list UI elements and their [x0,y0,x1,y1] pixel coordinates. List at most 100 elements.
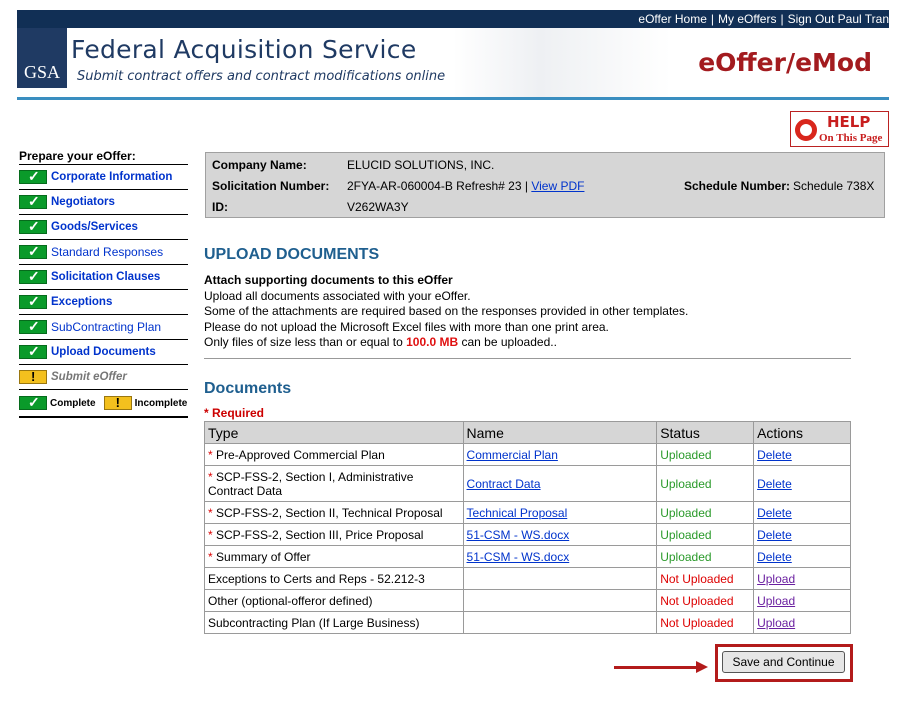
table-row: * Pre-Approved Commercial Plan Commercia… [204,443,851,466]
type-cell: * SCP-FSS-2, Section I, Administrative C… [204,465,464,502]
sidebar-item-solicitation-clauses[interactable]: Solicitation Clauses [19,265,188,290]
complete-check-icon [19,268,47,285]
id-value: V262WA3Y [347,200,409,214]
required-marker: * [208,527,213,542]
delete-link[interactable]: Delete [757,448,792,462]
table-row: * SCP-FSS-2, Section II, Technical Propo… [204,501,851,524]
sidebar-item-label[interactable]: SubContracting Plan [51,320,161,334]
sidebar-item-label[interactable]: Negotiators [51,196,115,208]
complete-check-icon [19,293,47,310]
arrow-head-icon [696,661,708,673]
size-limit-line: Only files of size less than or equal to… [204,335,688,351]
sidebar-item-label[interactable]: Corporate Information [51,171,172,183]
table-row: Other (optional-offeror defined) Not Upl… [204,589,851,612]
upload-link[interactable]: Upload [757,572,795,586]
name-cell [462,611,658,634]
sidebar-item-label[interactable]: Solicitation Clauses [51,271,160,283]
complete-check-icon [19,168,47,185]
table-row: * SCP-FSS-2, Section I, Administrative C… [204,465,851,502]
schedule-number-value: Schedule 738X [793,179,875,193]
complete-check-icon [19,343,47,360]
table-row: Subcontracting Plan (If Large Business) … [204,611,851,634]
instruction-line: Please do not upload the Microsoft Excel… [204,319,609,334]
document-link[interactable]: Contract Data [467,477,541,491]
status-cell: Not Uploaded [656,567,755,590]
id-label: ID: [212,200,228,214]
legend-incomplete-label: Incomplete [134,397,188,409]
delete-link[interactable]: Delete [757,477,792,491]
actions-cell: Delete [753,545,851,568]
document-link[interactable]: Technical Proposal [467,506,568,520]
status-cell: Uploaded [656,443,755,466]
type-cell: * Pre-Approved Commercial Plan [204,443,464,466]
company-name-value: ELUCID SOLUTIONS, INC. [347,158,495,172]
complete-check-icon [19,193,47,210]
eoffer-home-link[interactable]: eOffer Home [638,12,706,26]
save-and-continue-button[interactable]: Save and Continue [722,651,845,673]
sidebar-item-corporate-information[interactable]: Corporate Information [19,165,188,190]
complete-check-icon [19,243,47,260]
status-cell: Uploaded [656,545,755,568]
name-cell [462,567,658,590]
sidebar-item-goods-services[interactable]: Goods/Services [19,215,188,240]
help-sublabel: On This Page [819,132,883,144]
name-cell [462,589,658,612]
type-cell: Other (optional-offeror defined) [204,589,464,612]
name-cell: Commercial Plan [462,443,658,466]
document-link[interactable]: 51-CSM - WS.docx [467,550,570,564]
incomplete-warning-icon [103,395,132,410]
sidebar-item-label[interactable]: Goods/Services [51,221,138,233]
nav-separator: | [780,12,784,26]
sidebar-item-exceptions[interactable]: Exceptions [19,290,188,315]
view-pdf-link[interactable]: View PDF [531,179,584,193]
upload-link[interactable]: Upload [757,594,795,608]
help-button[interactable]: HELP On This Page [790,111,889,147]
document-link[interactable]: Commercial Plan [467,448,558,462]
table-header-row: Type Name Status Actions [204,421,851,444]
nav-separator: | [710,12,715,26]
sidebar-item-upload-documents[interactable]: Upload Documents [19,340,188,365]
sign-out-link[interactable]: Sign Out Paul Tran [788,12,889,26]
page-title: UPLOAD DOCUMENTS [204,246,380,263]
delete-link[interactable]: Delete [757,506,792,520]
status-cell: Uploaded [656,523,755,546]
sidebar-item-standard-responses[interactable]: Standard Responses [19,240,188,265]
column-header-name: Name [462,421,658,444]
status-legend: Complete Incomplete [19,390,188,418]
section-divider [204,358,851,359]
top-bar: eOffer Home | My eOffers | Sign Out Paul Tra… [17,10,889,28]
table-row: Exceptions to Certs and Reps - 52.212-3 … [204,567,851,590]
name-cell: Contract Data [462,465,658,502]
size-limit-value: 100.0 MB [406,335,459,349]
gsa-logo: GSA [17,28,67,88]
my-eoffers-link[interactable]: My eOffers [718,12,776,26]
name-cell: 51-CSM - WS.docx [462,523,658,546]
sidebar-item-label[interactable]: Standard Responses [51,245,163,259]
company-name-label: Company Name: [212,158,307,172]
help-label: HELP [827,113,871,131]
sidebar-item-label: Submit eOffer [51,371,127,383]
sidebar-item-label[interactable]: Exceptions [51,296,112,308]
type-cell: * SCP-FSS-2, Section III, Price Proposal [204,523,464,546]
delete-link[interactable]: Delete [757,550,792,564]
type-cell: Subcontracting Plan (If Large Business) [204,611,464,634]
sidebar-item-label[interactable]: Upload Documents [51,346,156,358]
document-link[interactable]: 51-CSM - WS.docx [467,528,570,542]
sidebar-item-subcontracting-plan[interactable]: SubContracting Plan [19,315,188,340]
table-row: * Summary of Offer 51-CSM - WS.docx Uplo… [204,545,851,568]
type-cell: * Summary of Offer [204,545,464,568]
required-marker: * [208,505,213,520]
upload-link[interactable]: Upload [757,616,795,630]
actions-cell: Delete [753,501,851,524]
site-banner: GSA Federal Acquisition Service Submit c… [17,28,889,98]
product-title: eOffer/eMod [698,48,872,77]
sidebar: Prepare your eOffer: Corporate Informati… [19,147,188,418]
status-cell: Uploaded [656,501,755,524]
status-cell: Uploaded [656,465,755,502]
legend-complete-label: Complete [50,397,96,409]
upload-instructions: Attach supporting documents to this eOff… [204,273,688,351]
delete-link[interactable]: Delete [757,528,792,542]
sidebar-item-negotiators[interactable]: Negotiators [19,190,188,215]
agency-name: Federal Acquisition Service [71,35,417,64]
actions-cell: Delete [753,523,851,546]
